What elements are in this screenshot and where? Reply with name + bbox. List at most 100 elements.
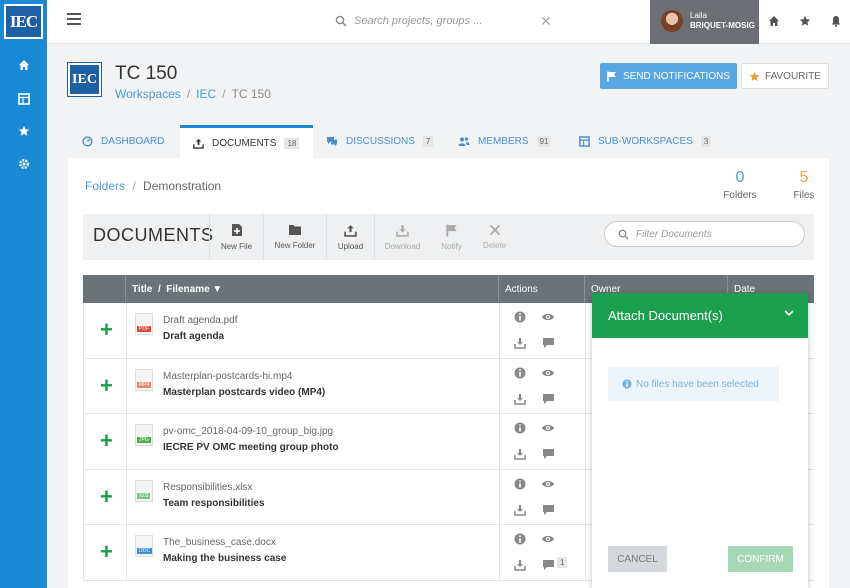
new-file-button[interactable]: New File (209, 214, 263, 260)
folders-root-link[interactable]: Folders (85, 179, 125, 193)
tab-count-badge: 91 (536, 136, 552, 147)
comment-icon[interactable] (541, 447, 555, 461)
home-icon[interactable] (0, 55, 47, 75)
file-name[interactable]: Draft agenda.pdf (163, 315, 238, 326)
breadcrumb-iec[interactable]: IEC (196, 87, 216, 101)
confirm-button[interactable]: CONFIRM (728, 546, 793, 572)
file-type-badge: XLS (137, 492, 151, 499)
comment-icon[interactable] (541, 392, 555, 406)
flag-icon (445, 224, 457, 236)
download-icon[interactable] (513, 336, 527, 350)
menu-icon[interactable] (67, 13, 81, 25)
header-title-filename[interactable]: Title / Filename ▼ (126, 275, 499, 303)
search-input[interactable]: Search projects, groups ... (354, 15, 482, 27)
info-icon[interactable] (513, 366, 527, 380)
home-icon[interactable] (766, 12, 782, 30)
info-icon[interactable] (513, 477, 527, 491)
star-icon[interactable] (797, 12, 813, 30)
favourite-button[interactable]: FAVOURITE (741, 63, 829, 89)
breadcrumb-workspaces[interactable]: Workspaces (115, 87, 181, 101)
file-name[interactable]: Responsibilities.xlsx (163, 482, 252, 493)
view-icon[interactable] (541, 477, 555, 491)
header-actions: Actions (499, 275, 585, 303)
workspace-tabs: DASHBOARD DOCUMENTS 18 DISCUSSIONS 7 MEM… (68, 125, 829, 158)
tab-documents[interactable]: DOCUMENTS 18 (180, 125, 313, 158)
new-folder-button[interactable]: New Folder (263, 214, 326, 260)
file-name[interactable]: pv-omc_2018-04-09-10_group_big.jpg (163, 426, 333, 437)
info-icon[interactable] (513, 421, 527, 435)
download-icon[interactable] (513, 503, 527, 517)
header-filename[interactable]: Filename ▼ (166, 284, 222, 295)
comment-icon[interactable] (541, 558, 555, 572)
file-type-badge: JPG (137, 437, 151, 443)
upload-icon (344, 224, 357, 237)
delete-button[interactable]: Delete (473, 214, 516, 260)
filter-documents-input[interactable]: Filter Documents (604, 221, 805, 247)
tab-dashboard[interactable]: DASHBOARD (82, 125, 164, 158)
search-icon (618, 229, 629, 240)
dashboard-icon (82, 136, 93, 147)
tab-members[interactable]: MEMBERS 91 (458, 125, 552, 158)
tab-sub-workspaces[interactable]: SUB-WORKSPACES 3 (579, 125, 712, 158)
info-icon[interactable] (513, 532, 527, 546)
documents-toolbar: DOCUMENTS New File New Folder Upload Dow… (83, 214, 814, 260)
chevron-down-icon[interactable] (783, 307, 795, 319)
add-to-attachment-button[interactable]: + (100, 484, 113, 510)
user-menu[interactable]: Laila BRIQUET-MOSIG (650, 0, 759, 44)
file-title[interactable]: IECRE PV OMC meeting group photo (163, 442, 339, 453)
tab-label: DOCUMENTS (212, 137, 277, 149)
file-type-badge: PDF (137, 326, 151, 332)
add-to-attachment-button[interactable]: + (100, 428, 113, 454)
add-to-attachment-button[interactable]: + (100, 317, 113, 343)
user-first-name: Laila (690, 11, 707, 20)
bell-icon[interactable] (828, 12, 844, 30)
comment-icon[interactable] (541, 503, 555, 517)
file-title[interactable]: Draft agenda (163, 331, 224, 342)
file-type-icon: JPG (135, 424, 153, 446)
star-icon[interactable] (0, 121, 47, 141)
view-icon[interactable] (541, 310, 555, 324)
upload-icon (193, 138, 204, 149)
upload-button[interactable]: Upload (326, 214, 374, 260)
send-notifications-button[interactable]: SEND NOTIFICATIONS (600, 63, 737, 89)
file-title[interactable]: Masterplan postcards video (MP4) (163, 387, 325, 398)
no-files-text: No files have been selected (636, 378, 759, 390)
view-icon[interactable] (541, 366, 555, 380)
comment-icon[interactable] (541, 336, 555, 350)
file-name[interactable]: Masterplan-postcards-hi.mp4 (163, 371, 293, 382)
tab-count-badge: 18 (284, 137, 300, 149)
file-name[interactable]: The_business_case.docx (163, 537, 276, 548)
view-icon[interactable] (541, 532, 555, 546)
clear-search-icon[interactable]: ✕ (540, 13, 552, 30)
info-icon[interactable] (513, 310, 527, 324)
folders-stat: 0 Folders (722, 169, 758, 201)
new-file-label: New File (220, 242, 253, 251)
tab-discussions[interactable]: DISCUSSIONS 7 (326, 125, 434, 158)
file-title[interactable]: Making the business case (163, 553, 286, 564)
attach-popup-title: Attach Document(s) (608, 308, 723, 323)
view-icon[interactable] (541, 421, 555, 435)
iec-logo[interactable]: IEC (4, 4, 43, 39)
cancel-button[interactable]: CANCEL (608, 546, 667, 572)
download-icon[interactable] (513, 447, 527, 461)
header-title[interactable]: Title (132, 284, 152, 295)
filter-placeholder: Filter Documents (636, 229, 712, 240)
star-icon (749, 71, 760, 81)
download-icon[interactable] (513, 558, 527, 572)
add-to-attachment-button[interactable]: + (100, 539, 113, 565)
file-type-icon: PDF (135, 313, 153, 335)
file-type-badge: MP4 (137, 381, 152, 388)
add-to-attachment-button[interactable]: + (100, 373, 113, 399)
file-title[interactable]: Team responsibilities (163, 498, 265, 509)
download-button[interactable]: Download (374, 214, 430, 260)
new-folder-label: New Folder (274, 241, 316, 250)
settings-icon[interactable] (0, 154, 47, 174)
download-icon[interactable] (513, 392, 527, 406)
workspaces-icon[interactable] (0, 89, 47, 109)
no-files-message: No files have been selected (608, 367, 779, 401)
attach-popup-header[interactable]: Attach Document(s) (592, 293, 808, 338)
file-type-icon: XLS (135, 479, 153, 502)
notify-button[interactable]: Notify (430, 214, 473, 260)
files-count: 5 (799, 169, 809, 186)
global-search[interactable]: Search projects, groups ... ✕ (333, 12, 558, 32)
